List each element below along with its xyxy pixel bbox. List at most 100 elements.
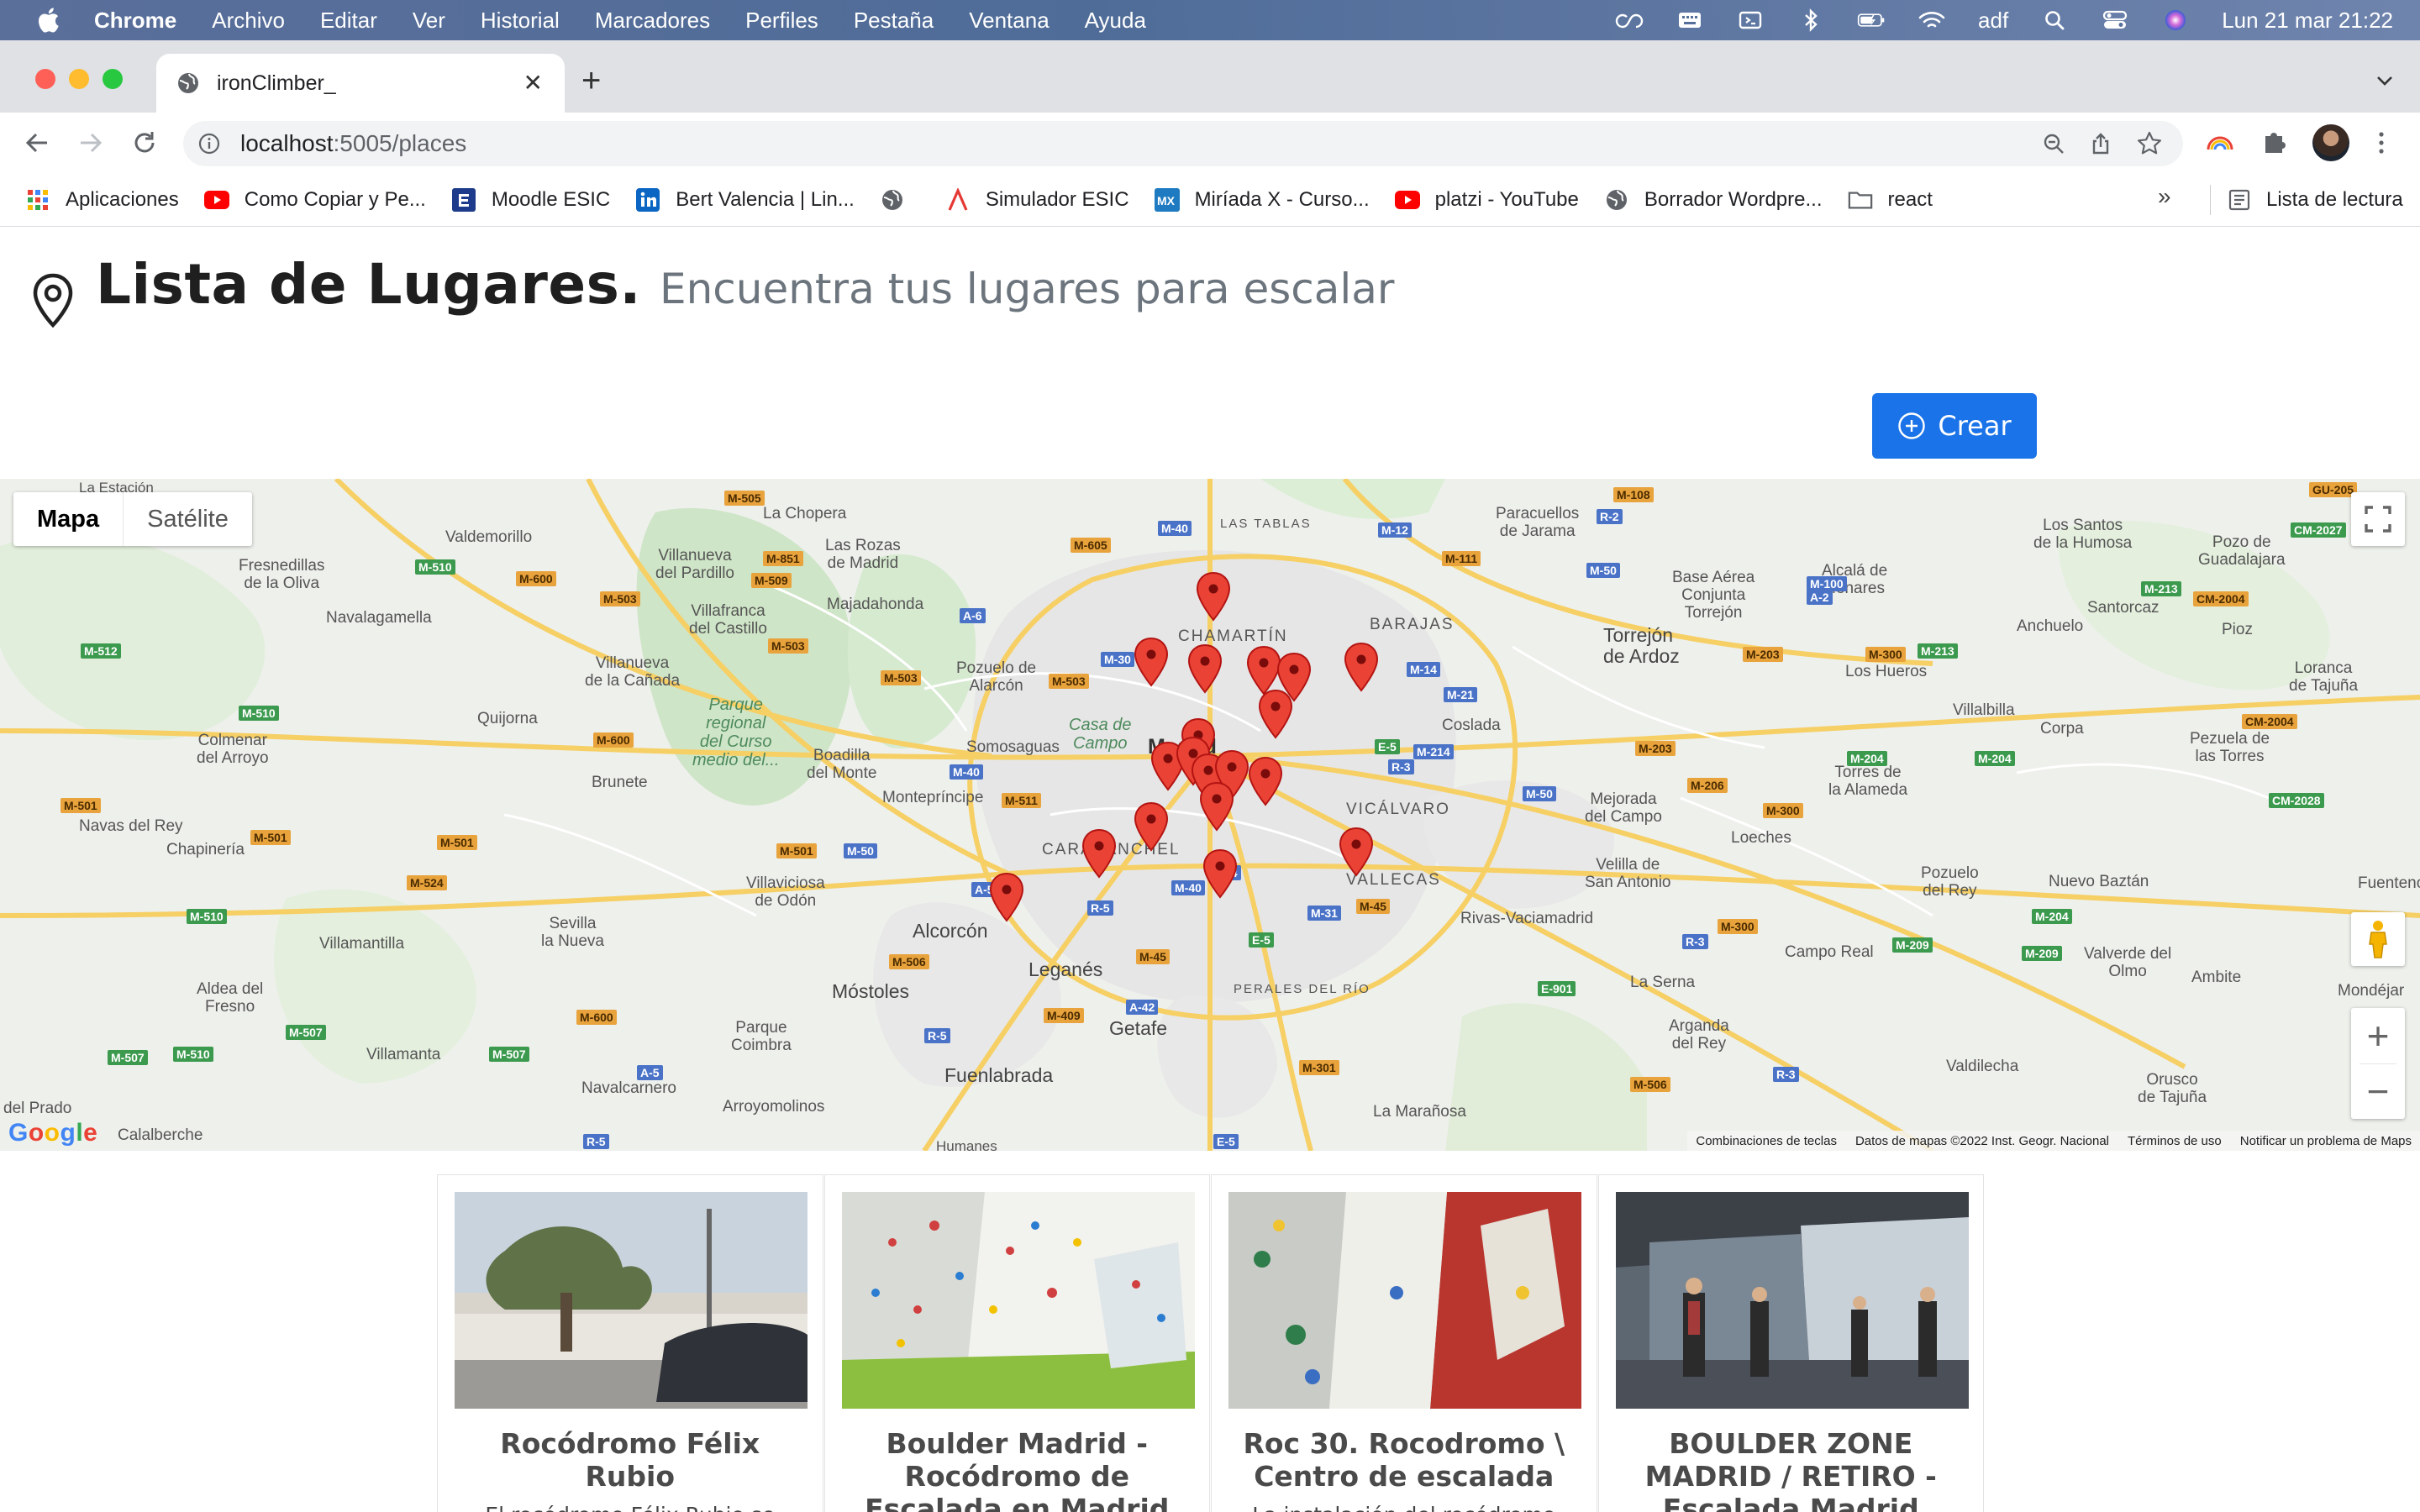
new-tab-button[interactable]: + — [581, 62, 601, 99]
place-marker[interactable] — [1343, 642, 1380, 692]
road-shield: M-31 — [1307, 906, 1341, 921]
back-arrow-icon[interactable] — [22, 128, 52, 158]
tab-close-icon[interactable]: ✕ — [523, 71, 543, 95]
tab-ironclimber[interactable]: ironClimber_ ✕ — [156, 54, 565, 113]
map-label-barajas: BARAJAS — [1370, 616, 1455, 633]
reading-list-button[interactable]: Lista de lectura — [2210, 173, 2403, 227]
road-shield: M-501 — [60, 798, 101, 813]
google-logo[interactable]: Google — [8, 1119, 97, 1147]
bookmark-como-copiar[interactable]: Como Copiar y Pe... — [203, 187, 426, 213]
menu-app-chrome[interactable]: Chrome — [94, 8, 176, 34]
map-label: Humanes — [936, 1138, 997, 1151]
place-card[interactable]: Roc 30. Rocodromo \ Centro de escalada L… — [1211, 1174, 1597, 1512]
place-card[interactable]: BOULDER ZONE MADRID / RETIRO - Escalada … — [1597, 1174, 1984, 1512]
bookmark-platzi-youtube[interactable]: platzi - YouTube — [1394, 187, 1579, 213]
road-shield: M-600 — [516, 571, 556, 586]
bookmark-bert-valencia[interactable]: Bert Valencia | Lin... — [635, 187, 855, 213]
battery-icon[interactable] — [1857, 9, 1886, 31]
place-marker[interactable] — [1186, 643, 1223, 694]
keyboard-shortcuts-link[interactable]: Combinaciones de teclas — [1696, 1134, 1837, 1148]
road-shield: M-501 — [437, 835, 477, 850]
bookmark-label: react — [1887, 187, 1933, 211]
bookmark-simulador-esic[interactable]: Simulador ESIC — [945, 187, 1129, 213]
menu-ventana[interactable]: Ventana — [969, 8, 1049, 34]
place-marker[interactable] — [1133, 637, 1170, 687]
map-type-map-button[interactable]: Mapa — [13, 492, 123, 546]
place-card[interactable]: Rocódromo Félix Rubio El rocódromo Félix… — [437, 1174, 823, 1512]
menubar-datetime[interactable]: Lun 21 mar 21:22 — [2222, 8, 2393, 34]
creative-cloud-icon[interactable] — [1615, 9, 1644, 31]
divider — [2210, 185, 2211, 215]
menu-historial[interactable]: Historial — [481, 8, 560, 34]
screen-mirror-icon[interactable] — [1736, 9, 1765, 31]
menu-archivo[interactable]: Archivo — [212, 8, 285, 34]
road-shield: R-5 — [1087, 900, 1113, 916]
bookmark-borrador-wordpress[interactable]: Borrador Wordpre... — [1604, 187, 1823, 213]
place-marker[interactable] — [1195, 571, 1232, 622]
map-type-satellite-button[interactable]: Satélite — [123, 492, 252, 546]
place-marker[interactable] — [988, 872, 1025, 922]
bookmarks-overflow-button[interactable]: » — [2158, 183, 2171, 210]
menu-pestana[interactable]: Pestaña — [854, 8, 934, 34]
place-marker[interactable] — [1198, 781, 1235, 832]
tab-search-chevron-icon[interactable] — [2375, 71, 2395, 91]
place-marker[interactable] — [1257, 689, 1294, 739]
menu-ayuda[interactable]: Ayuda — [1085, 8, 1146, 34]
window-close-button[interactable] — [35, 69, 55, 89]
bookmark-moodle-esic[interactable]: Moodle ESIC — [451, 187, 610, 213]
place-marker[interactable] — [1133, 801, 1170, 852]
window-zoom-button[interactable] — [103, 69, 123, 89]
site-info-icon[interactable] — [198, 133, 220, 155]
page-header: Lista de Lugares. Encuentra tus lugares … — [30, 252, 1394, 328]
bookmark-react-folder[interactable]: react — [1848, 187, 1933, 213]
zoom-in-button[interactable]: + — [2351, 1008, 2405, 1063]
bookmark-miriada-x[interactable]: MX Miríada X - Curso... — [1154, 187, 1370, 213]
forward-arrow-icon[interactable] — [76, 128, 106, 158]
places-map[interactable]: Madrid CHAMARTÍN BARAJAS VICÁLVARO VALLE… — [0, 479, 2420, 1151]
menubar-user[interactable]: adf — [1978, 8, 2008, 34]
road-shield: M-206 — [1687, 778, 1728, 793]
wifi-icon[interactable] — [1918, 9, 1946, 31]
share-icon[interactable] — [2089, 132, 2112, 155]
profile-avatar[interactable] — [2312, 124, 2349, 161]
address-bar[interactable]: localhost:5005/places — [183, 121, 2183, 166]
zoom-out-button[interactable]: − — [2351, 1064, 2405, 1120]
bookmark-star-icon[interactable] — [2136, 130, 2163, 157]
window-minimize-button[interactable] — [69, 69, 89, 89]
place-card-title[interactable]: Roc 30. Rocodromo \ Centro de escalada — [1228, 1427, 1580, 1493]
menu-perfiles[interactable]: Perfiles — [745, 8, 818, 34]
apple-icon[interactable] — [35, 7, 60, 34]
create-place-button[interactable]: Crear — [1872, 393, 2037, 459]
place-card-title[interactable]: BOULDER ZONE MADRID / RETIRO - Escalada … — [1616, 1427, 1967, 1512]
menu-marcadores[interactable]: Marcadores — [595, 8, 710, 34]
moodle-icon — [451, 187, 476, 213]
place-card-title[interactable]: Rocódromo Félix Rubio — [455, 1427, 806, 1493]
spotlight-search-icon[interactable] — [2040, 9, 2069, 31]
place-marker[interactable] — [1202, 848, 1239, 899]
bookmark-aplicaciones[interactable]: Aplicaciones — [25, 187, 179, 213]
place-card-title[interactable]: Boulder Madrid - Rocódromo de Escalada e… — [842, 1427, 1193, 1512]
place-marker[interactable] — [1081, 828, 1118, 879]
place-card[interactable]: Boulder Madrid - Rocódromo de Escalada e… — [823, 1174, 1210, 1512]
siri-icon[interactable] — [2161, 9, 2190, 31]
terms-link[interactable]: Términos de uso — [2128, 1134, 2222, 1148]
zoom-out-icon[interactable] — [2042, 132, 2065, 155]
place-marker[interactable] — [1338, 827, 1375, 877]
place-marker[interactable] — [1247, 756, 1284, 806]
rainbow-extension-icon[interactable] — [2205, 131, 2235, 155]
fullscreen-button[interactable] — [2351, 492, 2405, 546]
bookmark-globe[interactable] — [880, 187, 920, 213]
reload-icon[interactable] — [129, 128, 160, 158]
bookmark-label: platzi - YouTube — [1434, 187, 1579, 211]
bluetooth-icon[interactable] — [1797, 8, 1825, 32]
map-label-vicalvaro: VICÁLVARO — [1346, 801, 1450, 818]
street-view-pegman-button[interactable] — [2351, 912, 2405, 966]
road-shield: M-510 — [239, 706, 279, 721]
report-problem-link[interactable]: Notificar un problema de Maps — [2240, 1134, 2412, 1148]
menu-ver[interactable]: Ver — [413, 8, 445, 34]
extensions-puzzle-icon[interactable] — [2260, 128, 2289, 156]
chrome-menu-icon[interactable] — [2375, 129, 2388, 156]
menu-editar[interactable]: Editar — [320, 8, 377, 34]
control-center-icon[interactable] — [2101, 9, 2129, 31]
keyboard-icon[interactable] — [1676, 9, 1704, 31]
